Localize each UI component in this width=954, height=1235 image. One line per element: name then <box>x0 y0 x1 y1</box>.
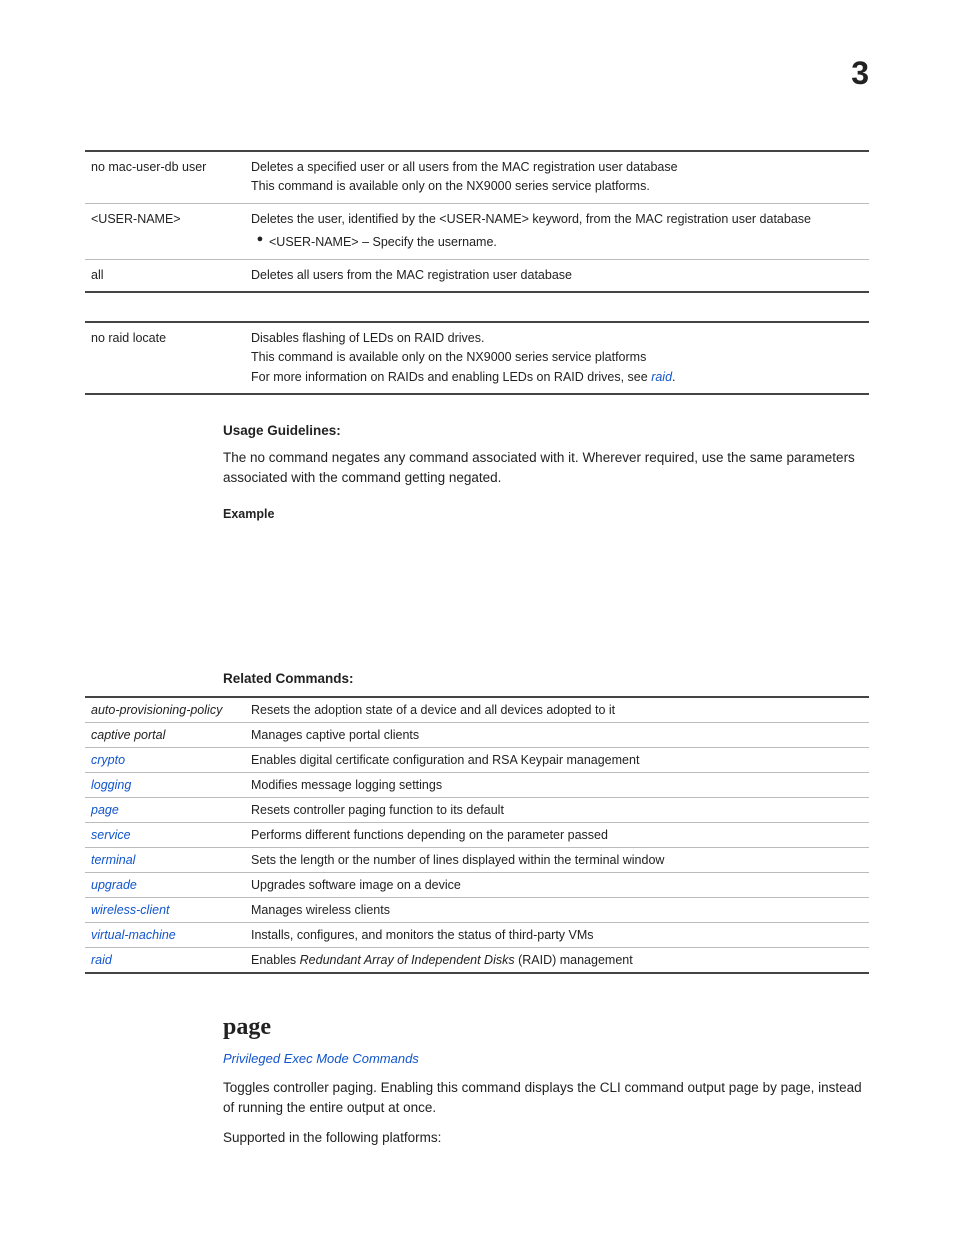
desc-cell: Disables flashing of LEDs on RAID drives… <box>245 322 869 394</box>
command-table-1: no mac-user-db user Deletes a specified … <box>85 150 869 293</box>
cmd-cell: service <box>85 822 245 847</box>
desc-cell: Upgrades software image on a device <box>245 872 869 897</box>
desc-cell: Manages wireless clients <box>245 897 869 922</box>
table-row: raid Enables Redundant Array of Independ… <box>85 947 869 973</box>
cmd-cell: all <box>85 259 245 292</box>
text-italic: Redundant Array of Independent Disks <box>300 953 515 967</box>
desc-line: Disables flashing of LEDs on RAID drives… <box>251 329 859 348</box>
table-row: upgrade Upgrades software image on a dev… <box>85 872 869 897</box>
upgrade-link[interactable]: upgrade <box>91 878 137 892</box>
desc-cell: Installs, configures, and monitors the s… <box>245 922 869 947</box>
privileged-exec-link[interactable]: Privileged Exec Mode Commands <box>223 1051 419 1066</box>
terminal-link[interactable]: terminal <box>91 853 135 867</box>
table-row: no raid locate Disables flashing of LEDs… <box>85 322 869 394</box>
cmd-cell: raid <box>85 947 245 973</box>
text-span: . <box>672 370 675 384</box>
text-span: For more information on RAIDs and enabli… <box>251 370 651 384</box>
desc-cell: Resets controller paging function to its… <box>245 797 869 822</box>
logging-link[interactable]: logging <box>91 778 131 792</box>
wireless-client-link[interactable]: wireless-client <box>91 903 170 917</box>
table-row: <USER-NAME> Deletes the user, identified… <box>85 203 869 259</box>
text-span: Enables <box>251 953 300 967</box>
related-commands-table: auto-provisioning-policy Resets the adop… <box>85 696 869 974</box>
desc-line: Deletes all users from the MAC registrat… <box>251 266 859 285</box>
main-content: no mac-user-db user Deletes a specified … <box>85 60 869 1148</box>
desc-cell: Deletes a specified user or all users fr… <box>245 151 869 203</box>
crypto-link[interactable]: crypto <box>91 753 125 767</box>
cmd-cell: crypto <box>85 747 245 772</box>
desc-line: This command is available only on the NX… <box>251 348 859 367</box>
table-row: page Resets controller paging function t… <box>85 797 869 822</box>
desc-cell: Modifies message logging settings <box>245 772 869 797</box>
page-link[interactable]: page <box>91 803 119 817</box>
desc-line: This command is available only on the NX… <box>251 177 859 196</box>
usage-block: Usage Guidelines: The no command negates… <box>223 423 869 686</box>
page-body-1: Toggles controller paging. Enabling this… <box>223 1078 869 1119</box>
desc-cell: Manages captive portal clients <box>245 722 869 747</box>
desc-cell: Deletes all users from the MAC registrat… <box>245 259 869 292</box>
desc-cell: Enables digital certificate configuratio… <box>245 747 869 772</box>
cmd-cell: upgrade <box>85 872 245 897</box>
bullet-item: ● <USER-NAME> – Specify the username. <box>251 233 859 252</box>
service-link[interactable]: service <box>91 828 131 842</box>
cmd-cell: terminal <box>85 847 245 872</box>
table-row: service Performs different functions dep… <box>85 822 869 847</box>
table-row: crypto Enables digital certificate confi… <box>85 747 869 772</box>
command-table-2: no raid locate Disables flashing of LEDs… <box>85 321 869 395</box>
desc-line: Deletes a specified user or all users fr… <box>251 158 859 177</box>
cmd-cell: auto-provisioning-policy <box>85 697 245 723</box>
cmd-cell: <USER-NAME> <box>85 203 245 259</box>
table-row: virtual-machine Installs, configures, an… <box>85 922 869 947</box>
cmd-cell: wireless-client <box>85 897 245 922</box>
raid-link[interactable]: raid <box>91 953 112 967</box>
table-row: auto-provisioning-policy Resets the adop… <box>85 697 869 723</box>
virtual-machine-link[interactable]: virtual-machine <box>91 928 176 942</box>
cmd-cell: logging <box>85 772 245 797</box>
bullet-text: <USER-NAME> – Specify the username. <box>269 233 859 252</box>
cmd-cell: captive portal <box>85 722 245 747</box>
cmd-cell: no mac-user-db user <box>85 151 245 203</box>
table-row: terminal Sets the length or the number o… <box>85 847 869 872</box>
text-span: (RAID) management <box>515 953 633 967</box>
cmd-cell: no raid locate <box>85 322 245 394</box>
example-heading: Example <box>223 507 869 521</box>
desc-cell: Deletes the user, identified by the <USE… <box>245 203 869 259</box>
bullet-icon: ● <box>251 233 269 246</box>
cmd-cell: virtual-machine <box>85 922 245 947</box>
desc-cell: Enables Redundant Array of Independent D… <box>245 947 869 973</box>
table-row: all Deletes all users from the MAC regis… <box>85 259 869 292</box>
raid-link[interactable]: raid <box>651 370 672 384</box>
page-heading: page <box>223 1014 869 1041</box>
table-row: captive portal Manages captive portal cl… <box>85 722 869 747</box>
cmd-cell: page <box>85 797 245 822</box>
related-heading: Related Commands: <box>223 671 869 686</box>
usage-body: The no command negates any command assoc… <box>223 448 869 489</box>
desc-cell: Sets the length or the number of lines d… <box>245 847 869 872</box>
page-body-2: Supported in the following platforms: <box>223 1128 869 1148</box>
desc-line: For more information on RAIDs and enabli… <box>251 368 859 387</box>
desc-line: Deletes the user, identified by the <USE… <box>251 210 859 229</box>
table-row: wireless-client Manages wireless clients <box>85 897 869 922</box>
usage-heading: Usage Guidelines: <box>223 423 869 438</box>
page-section: page Privileged Exec Mode Commands Toggl… <box>223 1014 869 1149</box>
table-row: no mac-user-db user Deletes a specified … <box>85 151 869 203</box>
desc-cell: Performs different functions depending o… <box>245 822 869 847</box>
desc-cell: Resets the adoption state of a device an… <box>245 697 869 723</box>
page-number: 3 <box>851 55 869 92</box>
table-row: logging Modifies message logging setting… <box>85 772 869 797</box>
